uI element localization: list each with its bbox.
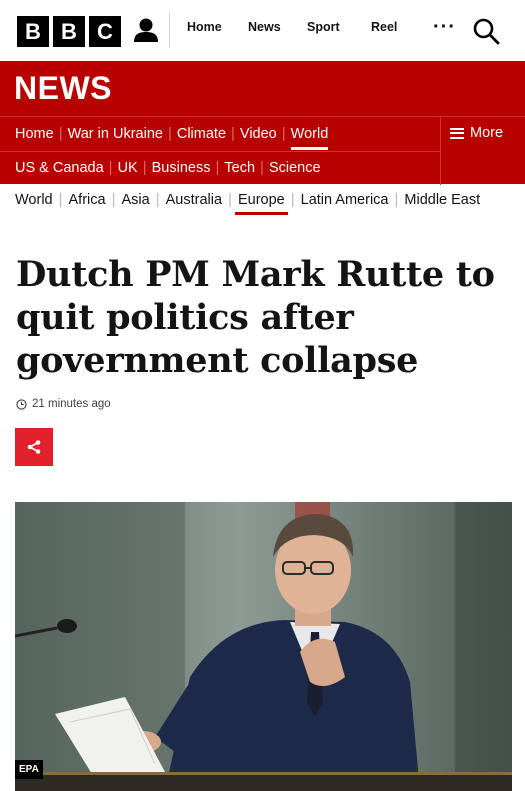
nav-item-video[interactable]: Video — [240, 126, 277, 142]
account-icon — [134, 18, 158, 42]
more-label: More — [470, 125, 504, 141]
primary-nav-row-2: US & Canada | UK | Business | Tech | Science — [15, 159, 321, 176]
share-button[interactable] — [15, 428, 53, 466]
top-nav-reel[interactable]: Reel — [371, 20, 397, 34]
timestamp-text: 21 minutes ago — [32, 398, 111, 410]
share-icon — [27, 440, 41, 454]
nav-item-home[interactable]: Home — [15, 126, 54, 142]
more-container: More — [440, 117, 525, 185]
article-timestamp: 21 minutes ago — [16, 398, 111, 410]
nav-divider — [0, 151, 440, 152]
headline-line: government collapse — [16, 340, 419, 381]
article-image — [15, 502, 512, 791]
menu-icon — [450, 127, 464, 139]
subnav-item-latin-america[interactable]: Latin America — [301, 192, 389, 208]
more-button[interactable]: More — [450, 125, 503, 141]
secondary-nav: World | Africa | Asia | Australia | Europe | … — [15, 191, 481, 215]
search-icon[interactable] — [472, 17, 500, 45]
logo-letter: B — [53, 16, 85, 47]
clock-icon — [16, 398, 27, 410]
subnav-item-europe[interactable]: Europe — [234, 192, 288, 215]
news-banner: NEWS — [0, 61, 525, 116]
more-menu-button[interactable]: ··· — [433, 17, 456, 37]
top-nav-home[interactable]: Home — [187, 20, 222, 34]
subnav-item-australia[interactable]: Australia — [166, 192, 222, 208]
nav-item-climate[interactable]: Climate — [177, 126, 226, 142]
nav-item-us-canada[interactable]: US & Canada — [15, 160, 104, 176]
top-bar: B B C Home News Sport Reel ··· — [0, 0, 525, 61]
top-nav-news[interactable]: News — [248, 20, 281, 34]
nav-item-tech[interactable]: Tech — [224, 160, 255, 176]
nav-item-business[interactable]: Business — [152, 160, 211, 176]
article-headline: Dutch PM Mark Rutte to quit politics aft… — [16, 253, 516, 382]
nav-item-uk[interactable]: UK — [118, 160, 138, 176]
nav-item-world[interactable]: World — [290, 126, 328, 150]
logo-letter: C — [89, 16, 121, 47]
subnav-item-africa[interactable]: Africa — [69, 192, 106, 208]
image-credit: EPA — [15, 760, 43, 779]
primary-nav: Home | War in Ukraine | Climate | Video | Wo… — [0, 116, 525, 185]
headline-line: Dutch PM Mark Rutte to — [16, 254, 495, 295]
subnav-item-world[interactable]: World — [15, 192, 53, 208]
primary-nav-row-1: Home | War in Ukraine | Climate | Video | Wo… — [15, 125, 329, 150]
news-logo[interactable]: NEWS — [14, 70, 112, 107]
nav-item-science[interactable]: Science — [269, 160, 321, 176]
headline-line: quit politics after — [16, 297, 354, 338]
subnav-item-asia[interactable]: Asia — [122, 192, 150, 208]
top-nav-sport[interactable]: Sport — [307, 20, 340, 34]
logo-letter: B — [17, 16, 49, 47]
nav-item-war-in-ukraine[interactable]: War in Ukraine — [68, 126, 163, 142]
account-button[interactable] — [131, 12, 170, 48]
bbc-logo[interactable]: B B C — [17, 16, 121, 47]
subnav-item-middle-east[interactable]: Middle East — [404, 192, 480, 208]
